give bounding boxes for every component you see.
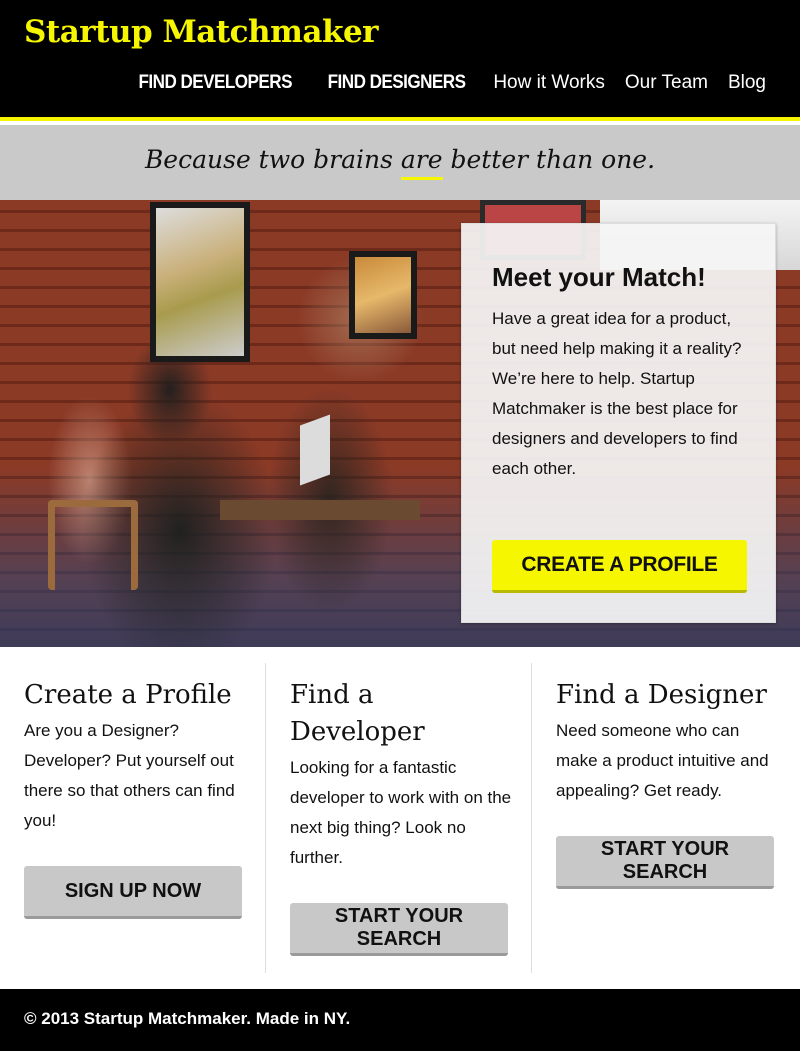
hero-artwork-frame <box>349 251 417 339</box>
feature-text: Need someone who can make a product intu… <box>556 721 769 800</box>
feature-title: Find a Designer <box>556 680 767 710</box>
feature-text: Are you a Designer? Developer? Put yours… <box>24 721 235 830</box>
tagline-after: better than one. <box>442 145 656 174</box>
tagline-emphasis: are <box>400 145 443 180</box>
start-search-designer-button[interactable]: START YOUR SEARCH <box>556 836 774 889</box>
feature-title: Find a Developer <box>290 680 425 747</box>
footer-copyright: © 2013 Startup Matchmaker. Made in NY. <box>24 1009 351 1028</box>
hero-table <box>220 500 420 520</box>
feature-find-designer: Find a Designer Need someone who can mak… <box>532 663 798 973</box>
tagline-text: Because two brains are better than one. <box>0 145 800 180</box>
hero-laptop <box>300 414 330 486</box>
brand-logo[interactable]: Startup Matchmaker <box>24 14 379 50</box>
feature-title: Create a Profile <box>24 680 232 710</box>
card-title: Meet your Match! <box>492 262 706 292</box>
nav-our-team[interactable]: Our Team <box>625 72 708 94</box>
card-text: Have a great idea for a product, but nee… <box>492 309 742 478</box>
feature-text: Looking for a fantastic developer to wor… <box>290 758 512 867</box>
hero-chair <box>48 500 138 590</box>
tagline-before: Because two brains <box>144 145 401 174</box>
meet-your-match-card: Meet your Match! Have a great idea for a… <box>461 223 776 623</box>
site-header: Startup Matchmaker FIND DEVELOPERS FIND … <box>0 0 800 121</box>
start-search-developer-button[interactable]: START YOUR SEARCH <box>290 903 508 956</box>
hero-photo: Meet your Match! Have a great idea for a… <box>0 200 800 647</box>
main-nav: FIND DEVELOPERS FIND DESIGNERS How it Wo… <box>130 72 766 94</box>
site-footer: © 2013 Startup Matchmaker. Made in NY. <box>0 989 800 1051</box>
nav-find-developers[interactable]: FIND DEVELOPERS <box>138 72 292 94</box>
tagline-banner: Because two brains are better than one. <box>0 125 800 200</box>
nav-find-designers[interactable]: FIND DESIGNERS <box>328 72 466 94</box>
sign-up-now-button[interactable]: SIGN UP NOW <box>24 866 242 919</box>
create-profile-button[interactable]: CREATE A PROFILE <box>492 540 747 593</box>
nav-how-it-works[interactable]: How it Works <box>493 72 605 94</box>
feature-find-developer: Find a Developer Looking for a fantastic… <box>266 663 532 973</box>
feature-create-profile: Create a Profile Are you a Designer? Dev… <box>0 663 266 973</box>
hero-artwork-frame <box>150 202 250 362</box>
nav-blog[interactable]: Blog <box>728 72 766 94</box>
